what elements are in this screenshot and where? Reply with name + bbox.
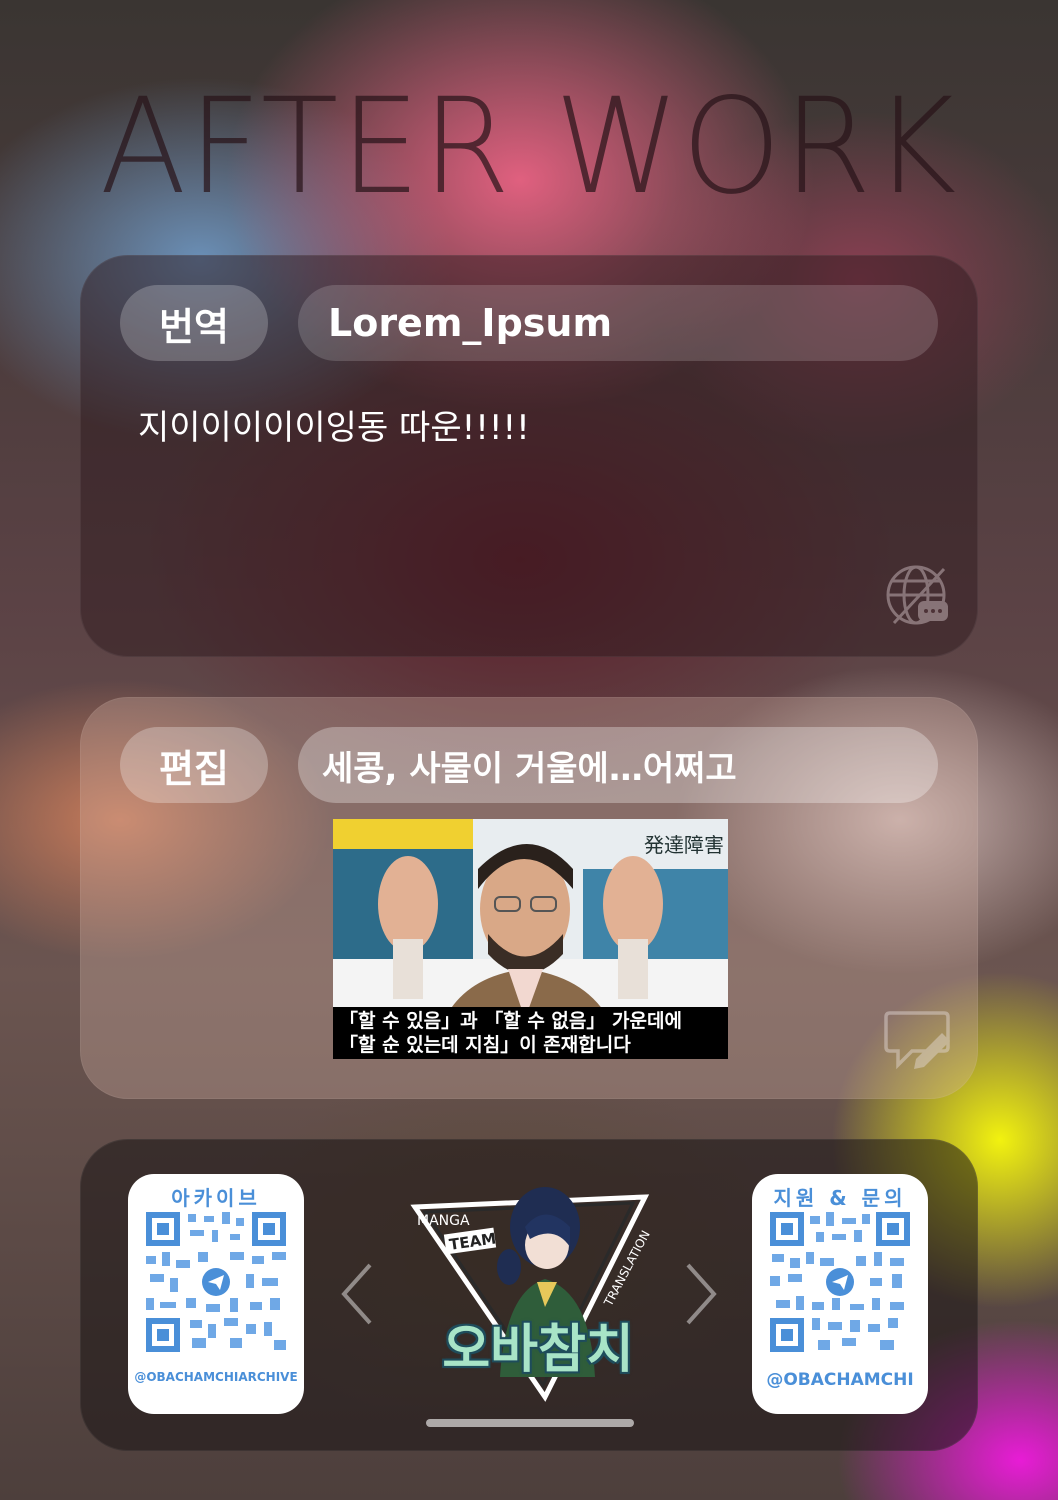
support-qr-title: 지원 & 문의 — [773, 1186, 907, 1210]
globe-chat-icon — [886, 565, 948, 625]
edit-chat-icon — [884, 1011, 950, 1070]
editor-name[interactable]: 세콩, 사물이 거울에…어쩌고 — [298, 727, 938, 803]
meme-image: 発達障害 「할 수 있음」과 「할 수 없음」 가운데에 「할 순 있는데 지침… — [333, 819, 728, 1059]
page-title: AFTER WORK — [99, 70, 959, 224]
chevron-right-icon[interactable] — [680, 1259, 720, 1329]
support-qr-card[interactable]: 지원 & 문의 @OBACHAMCHI — [752, 1174, 928, 1414]
translation-card: 번역 Lorem_Ipsum 지이이이이이잉동 따운!!!!! — [80, 255, 978, 657]
support-qr-handle: @OBACHAMCHI — [766, 1370, 914, 1390]
chevron-left-icon[interactable] — [338, 1259, 378, 1329]
archive-qr-handle: @OBACHAMCHIARCHIVE — [134, 1370, 298, 1384]
archive-qr-card[interactable]: 아카이브 @OBACHAMCHIARCHIVE — [128, 1174, 304, 1414]
caption-line-1: 「할 수 있음」과 「할 수 없음」 가운데에 — [339, 1010, 682, 1032]
translation-tag: 번역 — [120, 285, 268, 361]
support-qr-code[interactable] — [770, 1212, 910, 1352]
edit-tag: 편집 — [120, 727, 268, 803]
caption-line-2: 「할 순 있는데 지침」이 존재합니다 — [339, 1034, 631, 1056]
archive-qr-code[interactable] — [146, 1212, 286, 1352]
team-name: 오바참치 — [442, 1320, 634, 1380]
image-banner-text: 発達障害 — [644, 833, 724, 857]
home-indicator[interactable] — [426, 1419, 634, 1427]
logo-manga-text: MANGA — [417, 1213, 470, 1229]
translator-name[interactable]: Lorem_Ipsum — [298, 285, 938, 361]
archive-qr-title: 아카이브 — [171, 1186, 261, 1210]
edit-card: 편집 세콩, 사물이 거울에…어쩌고 発達障害 「할 수 있음」과 「할 수 없… — [80, 697, 978, 1099]
translation-text: 지이이이이이잉동 따운!!!!! — [138, 408, 530, 448]
links-card: 아카이브 @OBACHAMCHIARCHIVE MANGA TEAM TRANS… — [80, 1139, 978, 1451]
image-caption: 「할 수 있음」과 「할 수 없음」 가운데에 「할 순 있는데 지침」이 존재… — [333, 1007, 728, 1059]
